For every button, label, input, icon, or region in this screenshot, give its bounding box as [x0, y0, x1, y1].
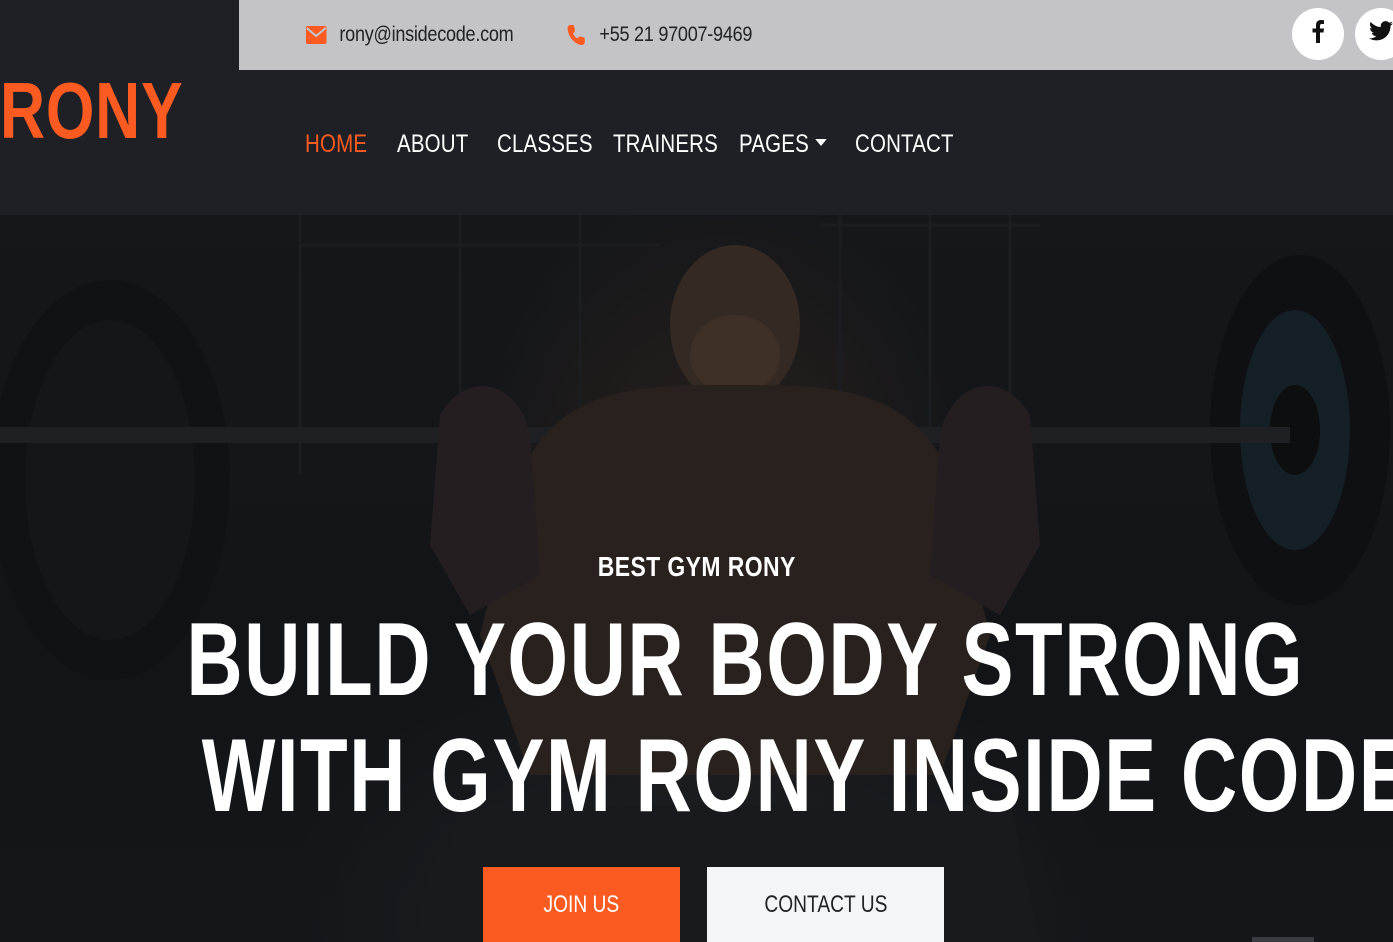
- back-to-top-button[interactable]: [1252, 937, 1314, 942]
- contact-us-button[interactable]: CONTACT US: [707, 867, 944, 942]
- hero-title-line-2: WITH GYM RONY INSIDE CODE: [0, 717, 1393, 835]
- contact-us-label: CONTACT US: [763, 890, 888, 918]
- contact-email-text: rony@insidecode.com: [339, 23, 514, 46]
- nav-item-trainers[interactable]: TRAINERS: [613, 126, 718, 162]
- hero-title-line-2-text: WITH GYM RONY INSIDE CODE: [201, 718, 1393, 834]
- envelope-icon: [305, 22, 327, 48]
- phone-icon: [565, 22, 587, 48]
- join-us-label: JOIN US: [543, 890, 620, 918]
- hero-section: BEST GYM RONY BUILD YOUR BODY STRONG WIT…: [0, 215, 1393, 942]
- join-us-button[interactable]: JOIN US: [483, 867, 680, 942]
- contact-phone-text: +55 21 97007-9469: [599, 23, 753, 46]
- facebook-icon: [1311, 19, 1325, 49]
- twitter-button[interactable]: [1355, 8, 1393, 60]
- nav-item-pages[interactable]: PAGES: [739, 126, 827, 162]
- nav-item-about[interactable]: ABOUT: [397, 126, 468, 162]
- hero-subtitle: BEST GYM RONY: [0, 551, 1393, 583]
- contact-email[interactable]: rony@insidecode.com: [305, 0, 514, 70]
- main-nav: HOME ABOUT CLASSES TRAINERS PAGES CONTAC…: [0, 70, 1393, 215]
- nav-item-pages-label: PAGES: [739, 130, 809, 158]
- hero-title-line-1: BUILD YOUR BODY STRONG: [0, 601, 1393, 719]
- twitter-icon: [1369, 21, 1393, 47]
- facebook-button[interactable]: [1292, 8, 1344, 60]
- nav-item-classes[interactable]: CLASSES: [497, 126, 593, 162]
- hero-title-line-1-text: BUILD YOUR BODY STRONG: [186, 602, 1305, 718]
- contact-phone[interactable]: +55 21 97007-9469: [565, 0, 752, 70]
- hero-subtitle-text: BEST GYM RONY: [597, 551, 796, 582]
- nav-item-home[interactable]: HOME: [305, 126, 367, 162]
- caret-down-icon: [815, 138, 827, 146]
- nav-item-contact[interactable]: CONTACT: [855, 126, 954, 162]
- top-contact-bar: rony@insidecode.com +55 21 97007-9469: [239, 0, 1393, 70]
